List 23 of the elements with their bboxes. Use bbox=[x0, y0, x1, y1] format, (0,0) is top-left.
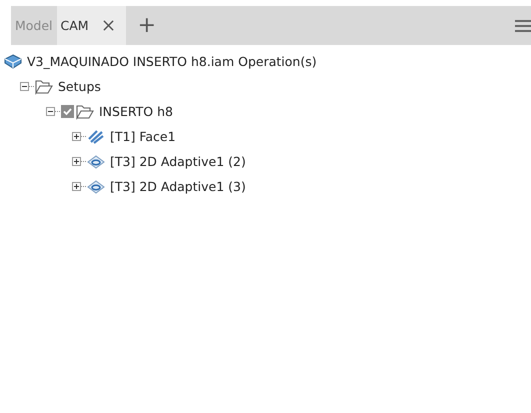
tree-item[interactable]: INSERTO h8 bbox=[99, 104, 173, 119]
tab-label[interactable]: CAM bbox=[60, 18, 89, 33]
expand-icon[interactable] bbox=[72, 157, 81, 166]
tree-item[interactable]: [T3] 2D Adaptive1 (2) bbox=[110, 154, 246, 169]
toolpath-icon bbox=[87, 178, 105, 194]
tree-item[interactable]: Setups bbox=[58, 79, 101, 94]
tree-item[interactable]: [T3] 2D Adaptive1 (3) bbox=[110, 179, 246, 194]
close-icon[interactable] bbox=[102, 20, 114, 31]
tab[interactable]: CAM bbox=[56, 6, 126, 45]
checkbox[interactable] bbox=[61, 105, 74, 118]
add-tab-button[interactable]: + bbox=[138, 14, 156, 36]
folder-icon bbox=[76, 104, 94, 120]
collapse-icon[interactable] bbox=[20, 82, 29, 91]
expand-icon[interactable] bbox=[72, 132, 81, 141]
collapse-icon[interactable] bbox=[46, 107, 55, 116]
toolpath-icon bbox=[87, 154, 105, 170]
cube-icon bbox=[4, 54, 22, 70]
expand-icon[interactable] bbox=[72, 182, 81, 191]
menu-icon[interactable] bbox=[515, 18, 531, 32]
folder-icon bbox=[35, 78, 53, 94]
tree-item[interactable]: V3_MAQUINADO INSERTO h8.iam Operation(s) bbox=[27, 54, 317, 69]
tree-item[interactable]: [T1] Face1 bbox=[110, 129, 176, 144]
toolpath-icon bbox=[87, 128, 105, 144]
